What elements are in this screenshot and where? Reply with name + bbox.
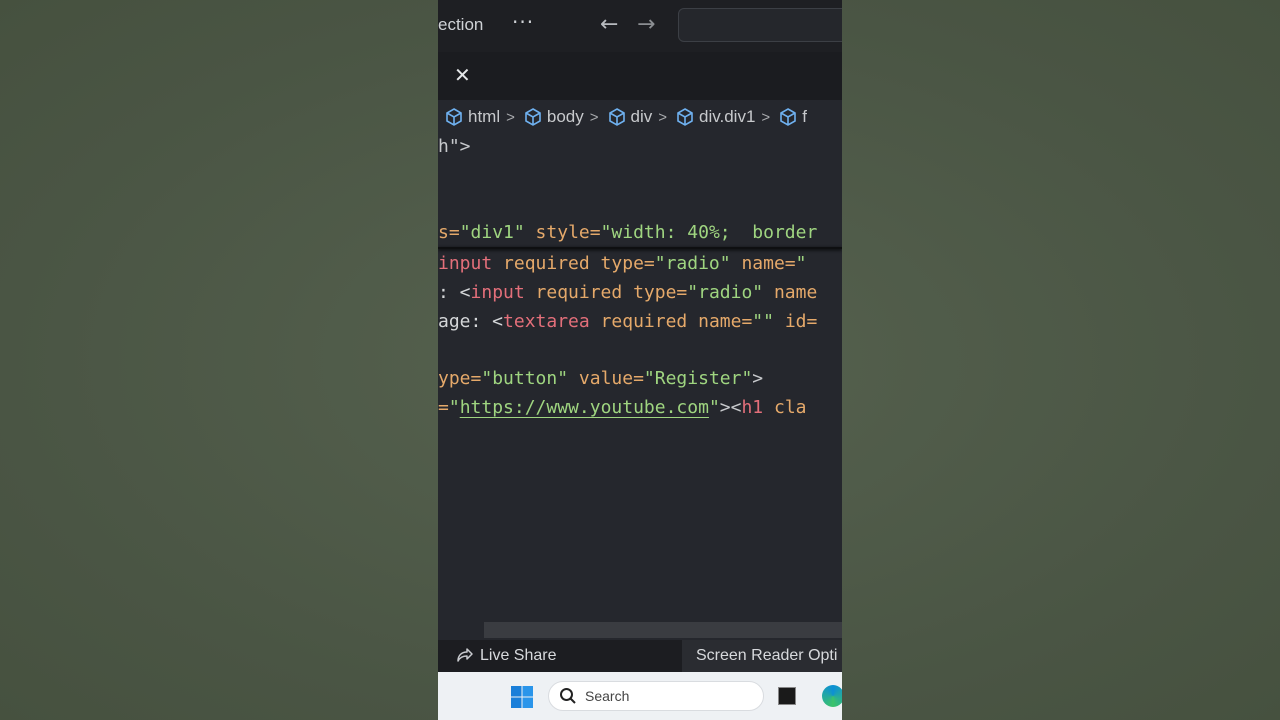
tab-bar: ✕ [438, 52, 842, 100]
chevron-right-icon: > [761, 108, 771, 126]
live-share-icon [457, 648, 473, 662]
windows-start-icon[interactable] [510, 685, 534, 709]
back-arrow-icon[interactable]: ← [600, 12, 618, 37]
breadcrumb-item-form[interactable]: f [772, 107, 807, 127]
close-icon[interactable]: ✕ [454, 63, 471, 87]
breadcrumb-item-body[interactable]: body [517, 107, 584, 127]
sticky-scroll-divider [438, 247, 842, 249]
taskbar-search-box[interactable]: Search [548, 681, 764, 711]
breadcrumb-label: div [630, 107, 653, 126]
vscode-window: ection ··· ← → ✕ html > body > div > div… [438, 0, 842, 720]
breadcrumb-item-div1[interactable]: div.div1 [669, 107, 755, 127]
code-line-4: : <input required type="radio" name [438, 282, 818, 303]
cube-icon [608, 108, 625, 126]
status-bar: Live Share Screen Reader Opti [438, 640, 842, 672]
code-line-7: ="https://www.youtube.com"><h1 cla [438, 397, 807, 418]
live-share-label: Live Share [480, 647, 557, 664]
breadcrumb: html > body > div > div.div1 > f [438, 100, 842, 134]
edge-browser-icon[interactable] [822, 685, 842, 707]
code-line-2: s="div1" style="width: 40%; border [438, 222, 818, 243]
windows-taskbar: Search [438, 672, 842, 720]
chevron-right-icon: > [658, 108, 668, 126]
cube-icon [780, 108, 796, 126]
screen-reader-optimized-button[interactable]: Screen Reader Opti [682, 640, 842, 672]
taskbar-app-icon[interactable] [778, 687, 796, 705]
cube-icon [525, 108, 541, 126]
cube-icon [677, 108, 693, 126]
command-center-search[interactable] [678, 8, 842, 42]
url-link[interactable]: https://www.youtube.com [460, 397, 709, 418]
breadcrumb-item-html[interactable]: html [438, 107, 500, 127]
chevron-right-icon: > [589, 108, 599, 126]
forward-arrow-icon[interactable]: → [637, 12, 655, 37]
breadcrumb-label: div.div1 [699, 107, 756, 126]
title-bar: ection ··· ← → [438, 0, 842, 52]
more-icon[interactable]: ··· [512, 10, 534, 34]
live-share-button[interactable]: Live Share [454, 647, 557, 665]
cube-icon [446, 108, 462, 126]
code-line-6: ype="button" value="Register"> [438, 368, 764, 389]
search-icon [560, 688, 576, 704]
breadcrumb-item-div[interactable]: div [601, 107, 653, 127]
menu-selection[interactable]: ection [438, 15, 483, 35]
code-line-3: input required type="radio" name=" [438, 253, 807, 274]
chevron-right-icon: > [506, 108, 515, 126]
code-line-1: h"> [438, 136, 471, 157]
search-label: Search [585, 688, 630, 704]
breadcrumb-label: body [546, 107, 584, 126]
breadcrumb-label: f [802, 107, 807, 126]
breadcrumb-label: html [468, 107, 501, 126]
code-editor[interactable]: html > body > div > div.div1 > f h"> s="… [438, 100, 842, 640]
code-line-5: age: <textarea required name="" id= [438, 311, 818, 332]
horizontal-scrollbar[interactable] [484, 622, 842, 638]
